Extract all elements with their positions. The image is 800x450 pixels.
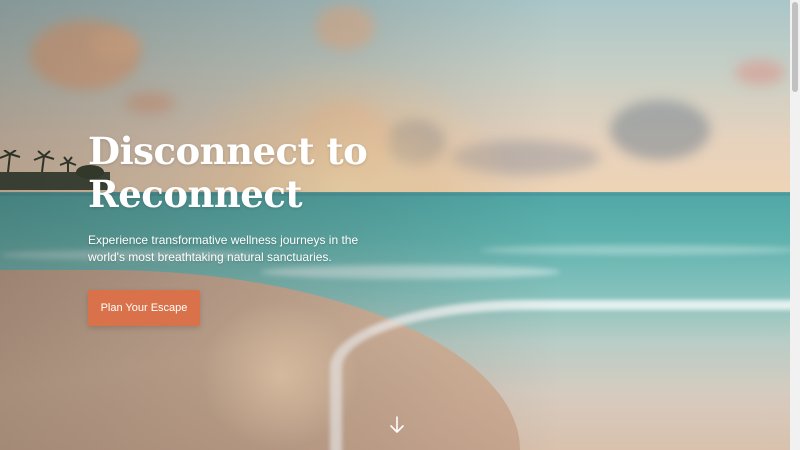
scrollbar-thumb[interactable] [792, 2, 798, 92]
hero-content: Disconnect to Reconnect Experience trans… [88, 130, 508, 266]
hero-title-line-2: Reconnect [88, 172, 302, 216]
hero-section: Disconnect to Reconnect Experience trans… [0, 0, 800, 450]
page-scrollbar[interactable] [790, 0, 800, 450]
hero-subtitle: Experience transformative wellness journ… [88, 233, 359, 264]
hero-title: Disconnect to Reconnect [88, 130, 508, 216]
arrow-down-icon[interactable] [389, 416, 405, 434]
hero-title-line-1: Disconnect to [88, 129, 368, 173]
plan-your-escape-button[interactable]: Plan Your Escape [88, 290, 200, 326]
